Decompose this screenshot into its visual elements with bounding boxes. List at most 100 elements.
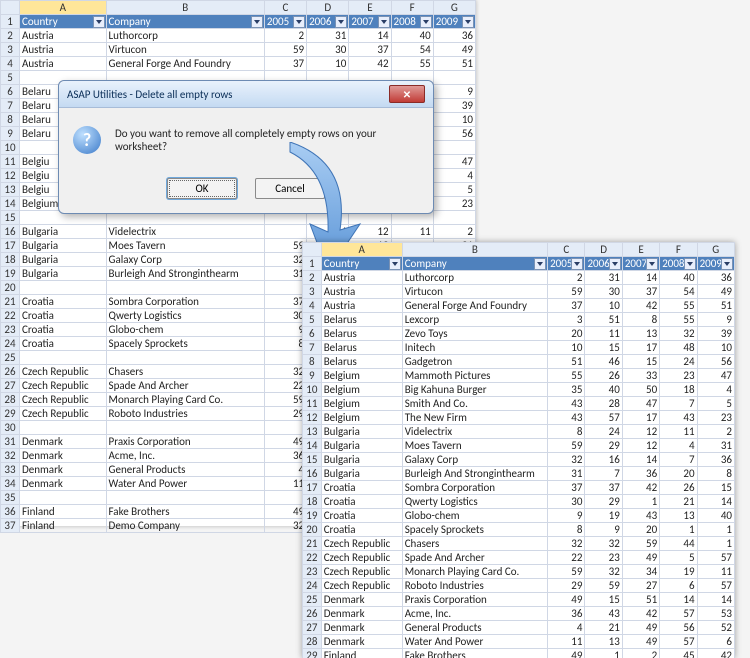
company-cell[interactable]: Burleigh And Stronginthearm xyxy=(402,467,547,481)
row-header[interactable]: 28 xyxy=(303,635,322,649)
value-cell[interactable]: 49 xyxy=(697,285,734,299)
row-header[interactable]: 8 xyxy=(303,355,322,369)
cell[interactable] xyxy=(264,421,306,435)
company-cell[interactable]: Water And Power xyxy=(106,477,264,491)
value-cell[interactable]: 36 xyxy=(548,607,585,621)
value-cell[interactable]: 19 xyxy=(585,509,622,523)
dialog-titlebar[interactable]: ASAP Utilities - Delete all empty rows xyxy=(59,81,433,108)
value-cell[interactable]: 42 xyxy=(622,299,659,313)
country-cell[interactable]: Bulgaria xyxy=(20,225,107,239)
row-header[interactable]: 28 xyxy=(1,393,20,407)
row-header[interactable]: 29 xyxy=(303,649,322,658)
country-cell[interactable]: Czech Republic xyxy=(20,365,107,379)
col-B[interactable]: B xyxy=(402,243,547,257)
company-cell[interactable]: Praxis Corporation xyxy=(402,593,547,607)
chevron-down-icon[interactable] xyxy=(646,258,658,270)
country-cell[interactable]: Belarus xyxy=(321,355,402,369)
value-cell[interactable]: 50 xyxy=(622,383,659,397)
value-cell[interactable]: 23 xyxy=(697,411,734,425)
col-B[interactable]: B xyxy=(106,1,264,15)
col-F[interactable]: F xyxy=(391,1,433,15)
value-cell[interactable]: 1 xyxy=(622,495,659,509)
value-cell[interactable]: 32 xyxy=(264,365,306,379)
country-cell[interactable]: Bulgaria xyxy=(321,439,402,453)
row-header[interactable]: 22 xyxy=(1,309,20,323)
value-cell[interactable]: 11 xyxy=(660,425,697,439)
company-cell[interactable]: Moes Tavern xyxy=(402,439,547,453)
row-header[interactable]: 2 xyxy=(1,29,20,43)
company-cell[interactable]: Videlectrix xyxy=(106,225,264,239)
row-header[interactable]: 7 xyxy=(303,341,322,355)
country-cell[interactable]: Croatia xyxy=(321,495,402,509)
value-cell[interactable] xyxy=(264,225,306,239)
country-cell[interactable]: Austria xyxy=(20,43,107,57)
row-header[interactable]: 25 xyxy=(303,593,322,607)
row-header[interactable]: 23 xyxy=(1,323,20,337)
value-cell[interactable]: 14 xyxy=(622,453,659,467)
row-header[interactable]: 35 xyxy=(1,491,20,505)
value-cell[interactable]: 51 xyxy=(433,57,475,71)
value-cell[interactable]: 5 xyxy=(660,551,697,565)
value-cell[interactable]: 49 xyxy=(622,635,659,649)
value-cell[interactable]: 30 xyxy=(548,495,585,509)
company-cell[interactable]: Burleigh And Stronginthearm xyxy=(106,267,264,281)
value-cell[interactable]: 59 xyxy=(585,579,622,593)
value-cell[interactable]: 21 xyxy=(660,495,697,509)
country-cell[interactable]: Bulgaria xyxy=(20,239,107,253)
value-cell[interactable]: 31 xyxy=(264,267,306,281)
row-header[interactable]: 3 xyxy=(1,43,20,57)
country-cell[interactable]: Austria xyxy=(20,29,107,43)
value-cell[interactable]: 54 xyxy=(660,285,697,299)
company-cell[interactable]: Monarch Playing Card Co. xyxy=(402,565,547,579)
value-cell[interactable]: 4 xyxy=(660,439,697,453)
value-cell[interactable]: 28 xyxy=(585,397,622,411)
value-cell[interactable]: 8 xyxy=(622,313,659,327)
company-cell[interactable]: Roboto Industries xyxy=(106,407,264,421)
value-cell[interactable]: 57 xyxy=(697,579,734,593)
value-cell[interactable]: 5 xyxy=(697,397,734,411)
country-cell[interactable]: Bulgaria xyxy=(321,453,402,467)
value-cell[interactable]: 10 xyxy=(307,57,349,71)
value-cell[interactable]: 57 xyxy=(660,607,697,621)
value-cell[interactable]: 39 xyxy=(697,327,734,341)
value-cell[interactable]: 30 xyxy=(585,285,622,299)
col-D[interactable]: D xyxy=(307,1,349,15)
ok-button[interactable]: OK xyxy=(167,178,237,199)
chevron-down-icon[interactable] xyxy=(571,258,583,270)
company-cell[interactable]: Initech xyxy=(402,341,547,355)
country-cell[interactable]: Czech Republic xyxy=(20,379,107,393)
value-cell[interactable]: 10 xyxy=(697,341,734,355)
value-cell[interactable]: 30 xyxy=(307,43,349,57)
value-cell[interactable]: 10 xyxy=(548,341,585,355)
value-cell[interactable]: 22 xyxy=(548,551,585,565)
cell[interactable] xyxy=(20,491,107,505)
value-cell[interactable]: 12 xyxy=(349,225,391,239)
company-cell[interactable]: Fake Brothers xyxy=(402,649,547,658)
value-cell[interactable]: 32 xyxy=(548,453,585,467)
value-cell[interactable]: 27 xyxy=(622,579,659,593)
value-cell[interactable]: 6 xyxy=(697,635,734,649)
company-cell[interactable]: General Forge And Foundry xyxy=(402,299,547,313)
row-header[interactable]: 14 xyxy=(1,197,20,211)
value-cell[interactable]: 59 xyxy=(264,239,306,253)
row-header[interactable]: 17 xyxy=(303,481,322,495)
value-cell[interactable]: 1 xyxy=(585,649,622,658)
col-E[interactable]: E xyxy=(622,243,659,257)
country-cell[interactable]: Bulgaria xyxy=(321,425,402,439)
company-cell[interactable]: Big Kahuna Burger xyxy=(402,383,547,397)
company-cell[interactable]: Luthorcorp xyxy=(106,29,264,43)
value-cell[interactable]: 8 xyxy=(697,467,734,481)
row-header[interactable]: 13 xyxy=(303,425,322,439)
chevron-down-icon[interactable] xyxy=(389,258,401,270)
row-header[interactable]: 23 xyxy=(303,565,322,579)
country-cell[interactable]: Croatia xyxy=(20,295,107,309)
row-header[interactable]: 29 xyxy=(1,407,20,421)
value-cell[interactable]: 29 xyxy=(585,439,622,453)
company-cell[interactable]: Monarch Playing Card Co. xyxy=(106,393,264,407)
filter-header[interactable]: 2006 xyxy=(307,15,349,29)
company-cell[interactable]: Water And Power xyxy=(402,635,547,649)
col-E[interactable]: E xyxy=(349,1,391,15)
row-header[interactable]: 16 xyxy=(303,467,322,481)
row-header[interactable]: 17 xyxy=(1,239,20,253)
corner-cell[interactable] xyxy=(1,1,20,15)
